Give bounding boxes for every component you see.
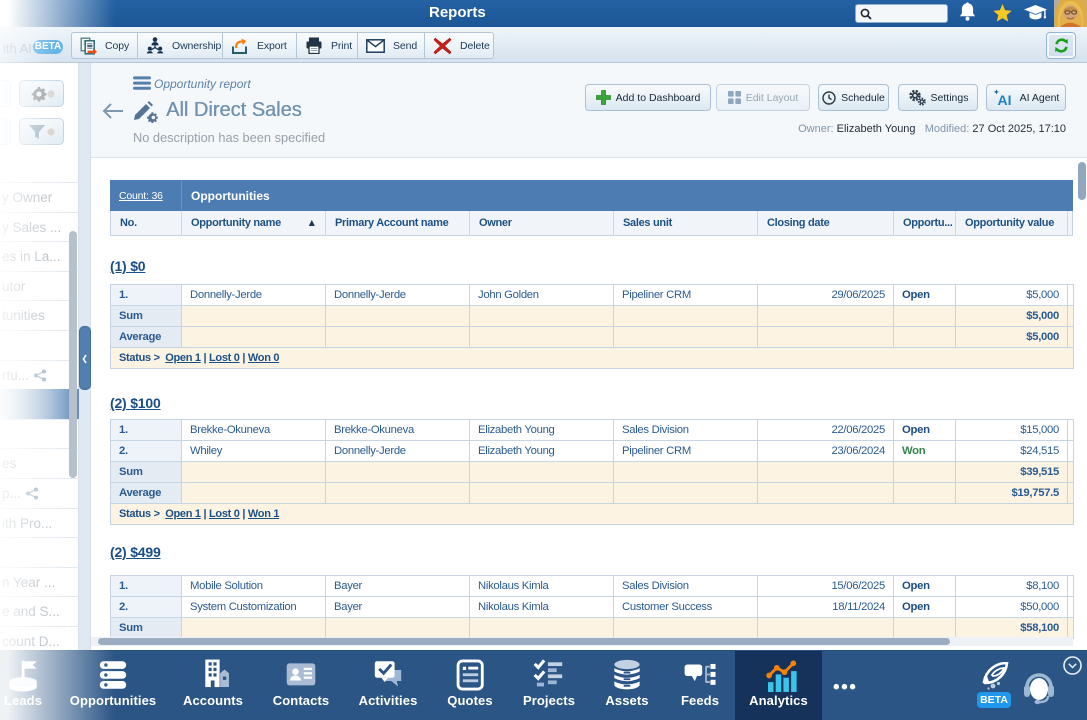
svg-text:AI: AI [997,92,1011,107]
